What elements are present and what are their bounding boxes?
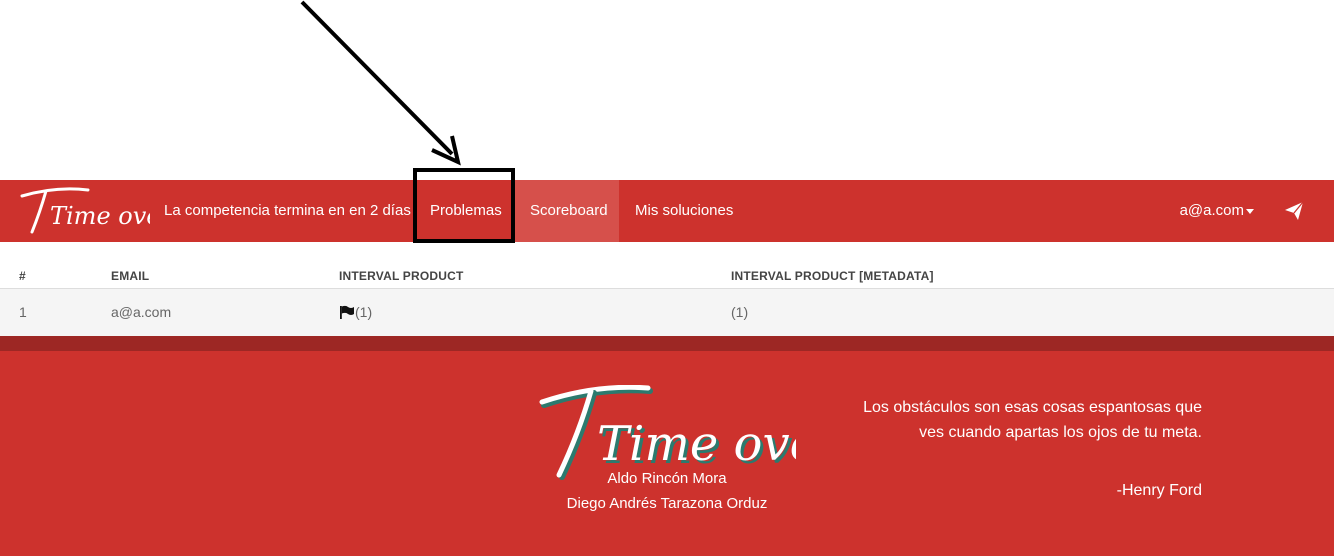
brand-logo[interactable]: Time over bbox=[16, 182, 150, 240]
scoreboard-table: # EMAIL INTERVAL PRODUCT INTERVAL PRODUC… bbox=[0, 243, 1334, 337]
footer-logo-text: Time over bbox=[597, 416, 796, 472]
footer-divider bbox=[0, 336, 1334, 351]
table-header: # EMAIL INTERVAL PRODUCT INTERVAL PRODUC… bbox=[0, 243, 1334, 289]
navbar: Time over La competencia termina en en 2… bbox=[0, 180, 1334, 242]
caret-down-icon bbox=[1246, 208, 1254, 214]
footer-quote: Los obstáculos son esas cosas espantosas… bbox=[863, 399, 1202, 441]
cell-interval-product-metadata: (1) bbox=[731, 304, 749, 320]
nav-scoreboard[interactable]: Scoreboard bbox=[515, 180, 619, 242]
cell-rank: 1 bbox=[19, 304, 27, 320]
nav-problemas[interactable]: Problemas bbox=[415, 180, 515, 242]
footer-quote-author: -Henry Ford bbox=[1116, 482, 1202, 499]
paper-plane-icon[interactable] bbox=[1284, 201, 1304, 221]
nav-mis-soluciones[interactable]: Mis soluciones bbox=[620, 180, 747, 242]
header-rank: # bbox=[19, 269, 26, 283]
flag-icon bbox=[340, 305, 354, 319]
brand-text: Time over bbox=[50, 202, 150, 230]
cell-interval-product: (1) bbox=[339, 289, 372, 336]
footer: Time over Time over Aldo Rincón Mora Die… bbox=[0, 351, 1334, 556]
table-row: 1 a@a.com (1) (1) bbox=[0, 289, 1334, 337]
footer-logo: Time over Time over bbox=[539, 385, 796, 480]
cell-interval-product-value: (1) bbox=[355, 304, 373, 320]
header-email: EMAIL bbox=[111, 269, 150, 283]
user-menu[interactable]: a@a.com bbox=[1180, 180, 1254, 242]
cell-email: a@a.com bbox=[111, 304, 172, 320]
countdown-text: La competencia termina en en 2 días bbox=[164, 202, 411, 219]
author-name: Aldo Rincón Mora bbox=[607, 470, 727, 487]
header-interval-product-metadata: INTERVAL PRODUCT [METADATA] bbox=[731, 269, 934, 283]
header-interval-product: INTERVAL PRODUCT bbox=[339, 269, 464, 283]
author-name: Diego Andrés Tarazona Orduz bbox=[566, 495, 768, 512]
user-email: a@a.com bbox=[1179, 202, 1244, 219]
